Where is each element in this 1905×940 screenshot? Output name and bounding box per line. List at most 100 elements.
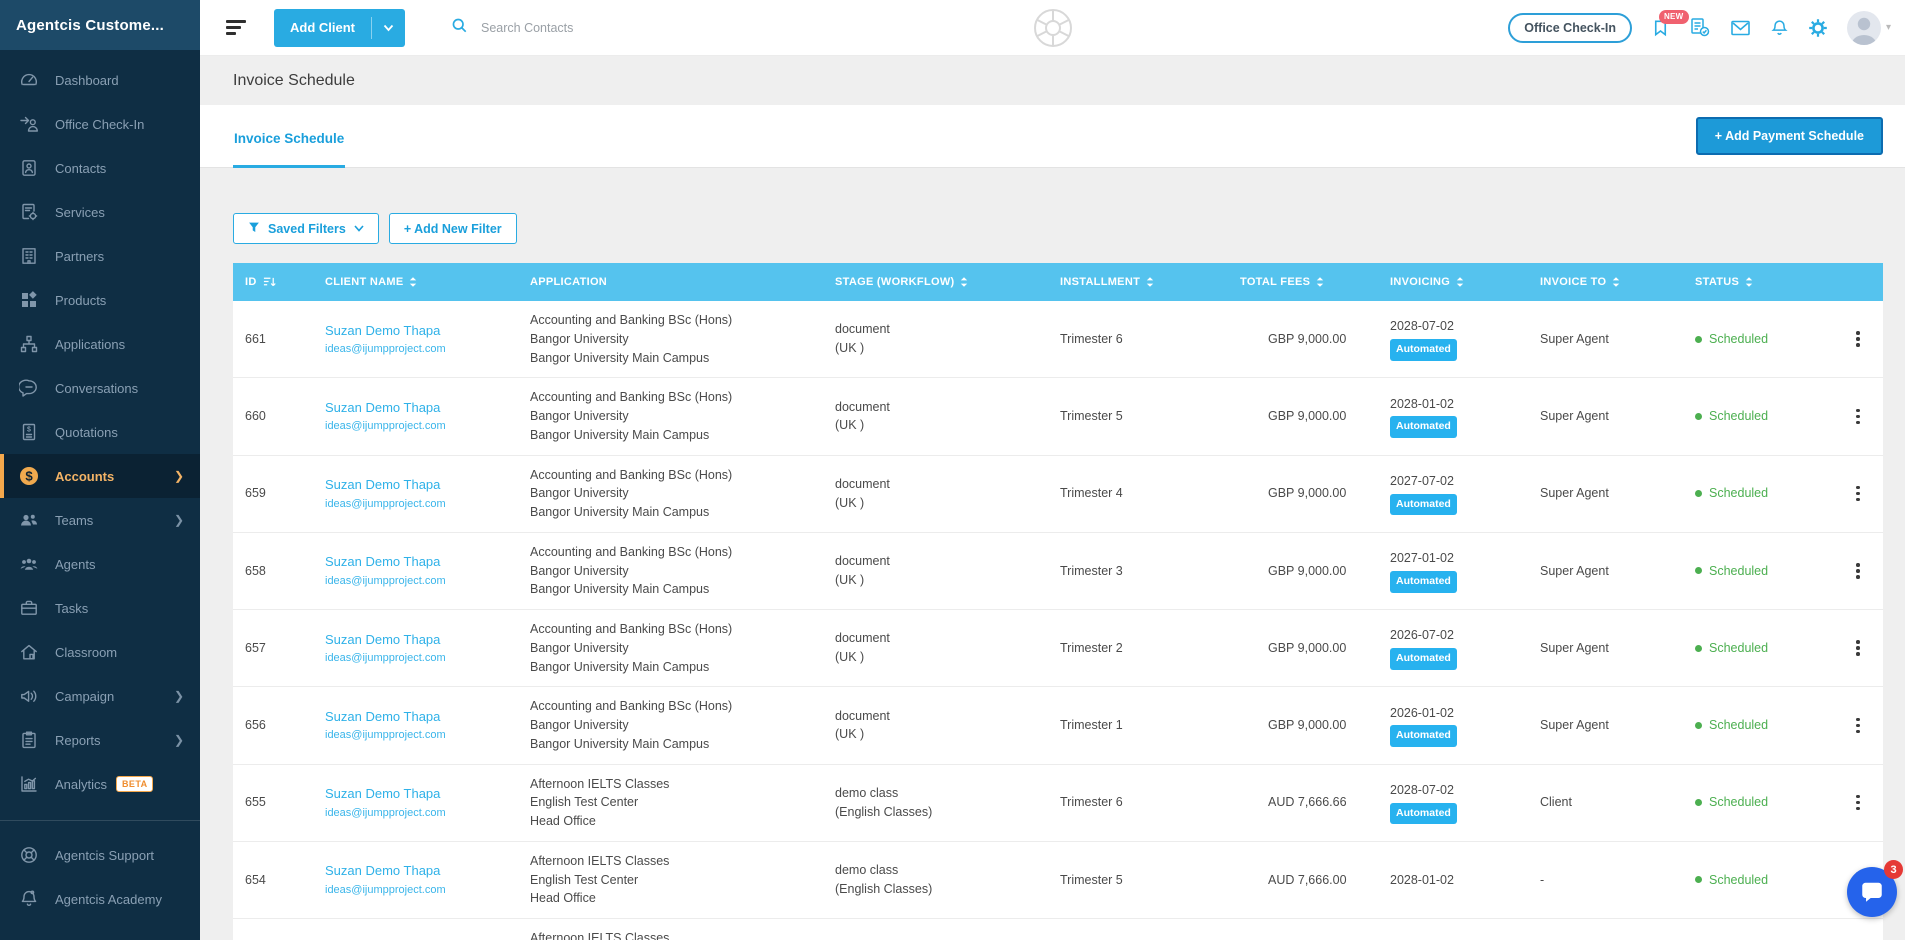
- column-header-client-name[interactable]: CLIENT NAME: [313, 276, 518, 288]
- client-email-link[interactable]: ideas@ijumpproject.com: [325, 650, 518, 667]
- client-email-link[interactable]: ideas@ijumpproject.com: [325, 805, 518, 822]
- services-icon: [18, 201, 40, 223]
- client-name-link[interactable]: Suzan Demo Thapa: [325, 552, 518, 572]
- svg-text:$: $: [25, 469, 33, 484]
- sidebar-item-label: Accounts: [55, 468, 115, 484]
- invoicing-date: 2028-01-02: [1390, 396, 1454, 411]
- sidebar-item-analytics[interactable]: Analytics BETA: [0, 762, 200, 806]
- sidebar-item-services[interactable]: Services: [0, 190, 200, 234]
- application-cell: Accounting and Banking BSc (Hons) Bangor…: [530, 699, 733, 751]
- client-name-link[interactable]: Suzan Demo Thapa: [325, 475, 518, 495]
- row-actions-kebab[interactable]: [1848, 634, 1868, 663]
- total-fees-cell: GBP 9,000.00: [1268, 486, 1347, 501]
- sidebar-item-products[interactable]: Products: [0, 278, 200, 322]
- sidebar-item-applications[interactable]: Applications: [0, 322, 200, 366]
- saved-filters-label: Saved Filters: [268, 221, 346, 236]
- office-checkin-button[interactable]: Office Check-In: [1508, 12, 1632, 43]
- row-actions-kebab[interactable]: [1848, 479, 1868, 508]
- search-input[interactable]: [481, 20, 781, 35]
- table-row: 653 Suzan Demo Thapa ideas@ijumpproject.…: [233, 919, 1883, 940]
- sidebar-item-agentcis-support[interactable]: Agentcis Support: [0, 833, 200, 877]
- teams-icon: [18, 509, 40, 531]
- mail-icon[interactable]: [1730, 19, 1751, 37]
- chevron-down-icon[interactable]: [372, 24, 405, 32]
- menu-toggle-icon[interactable]: [226, 17, 248, 39]
- invoicing-cell: 2028-01-02 Automated: [1378, 395, 1528, 439]
- settings-gear-icon[interactable]: [1808, 18, 1828, 38]
- row-actions-kebab[interactable]: [1848, 402, 1868, 431]
- client-name-link[interactable]: Suzan Demo Thapa: [325, 861, 518, 881]
- sidebar-item-campaign[interactable]: Campaign ❯: [0, 674, 200, 718]
- row-id: 657: [245, 640, 266, 655]
- client-cell: Suzan Demo Thapa ideas@ijumpproject.com: [313, 552, 518, 589]
- sidebar-item-teams[interactable]: Teams ❯: [0, 498, 200, 542]
- invoice-to-cell: Super Agent: [1540, 640, 1609, 655]
- notifications-bell-icon[interactable]: [1770, 18, 1789, 38]
- automated-badge: Automated: [1390, 493, 1457, 516]
- sidebar-item-partners[interactable]: Partners: [0, 234, 200, 278]
- add-payment-schedule-button[interactable]: + Add Payment Schedule: [1695, 117, 1883, 155]
- client-name-link[interactable]: Suzan Demo Thapa: [325, 321, 518, 341]
- column-header-application[interactable]: APPLICATION: [518, 276, 823, 288]
- add-client-button[interactable]: Add Client: [274, 8, 405, 47]
- client-name-link[interactable]: Suzan Demo Thapa: [325, 784, 518, 804]
- client-email-link[interactable]: ideas@ijumpproject.com: [325, 573, 518, 590]
- table-row: 661 Suzan Demo Thapa ideas@ijumpproject.…: [233, 301, 1883, 379]
- row-actions-kebab[interactable]: [1848, 711, 1868, 740]
- document-check-icon[interactable]: [1689, 17, 1711, 38]
- status-label: Scheduled: [1709, 563, 1769, 578]
- client-cell: Suzan Demo Thapa ideas@ijumpproject.com: [313, 398, 518, 435]
- column-header-stage-workflow-[interactable]: STAGE (WORKFLOW): [823, 276, 1048, 288]
- column-header-installment[interactable]: INSTALLMENT: [1048, 276, 1228, 288]
- column-header-id[interactable]: ID: [233, 276, 313, 288]
- client-name-link[interactable]: Suzan Demo Thapa: [325, 398, 518, 418]
- sidebar-item-tasks[interactable]: Tasks: [0, 586, 200, 630]
- client-email-link[interactable]: ideas@ijumpproject.com: [325, 727, 518, 744]
- automated-badge: Automated: [1390, 416, 1457, 439]
- invoice-to-cell: Super Agent: [1540, 563, 1609, 578]
- row-actions-kebab[interactable]: [1848, 325, 1868, 354]
- sidebar-item-classroom[interactable]: Classroom: [0, 630, 200, 674]
- sidebar-item-agentcis-academy[interactable]: Agentcis Academy: [0, 877, 200, 921]
- sort-icon: [410, 277, 417, 287]
- user-menu[interactable]: ▾: [1846, 10, 1891, 45]
- automated-badge: Automated: [1390, 339, 1457, 361]
- row-actions-kebab[interactable]: [1848, 557, 1868, 586]
- table-body: 661 Suzan Demo Thapa ideas@ijumpproject.…: [233, 301, 1883, 940]
- sidebar-item-accounts[interactable]: $ Accounts ❯: [0, 454, 200, 498]
- column-header-total-fees[interactable]: TOTAL FEES: [1228, 276, 1378, 288]
- invoicing-date: 2026-01-02: [1390, 705, 1454, 720]
- application-cell: Afternoon IELTS Classes English Test Cen…: [530, 931, 670, 940]
- sidebar-item-office-check-in[interactable]: Office Check-In: [0, 102, 200, 146]
- sidebar-item-conversations[interactable]: Conversations: [0, 366, 200, 410]
- client-email-link[interactable]: ideas@ijumpproject.com: [325, 882, 518, 899]
- whats-new-bookmark-icon[interactable]: NEW: [1651, 9, 1689, 38]
- sidebar-item-dashboard[interactable]: Dashboard: [0, 58, 200, 102]
- sidebar-item-quotations[interactable]: $ Quotations: [0, 410, 200, 454]
- sidebar-item-label: Contacts: [55, 160, 107, 176]
- chat-launcher-button[interactable]: 3: [1847, 860, 1903, 917]
- client-email-link[interactable]: ideas@ijumpproject.com: [325, 341, 518, 358]
- client-name-link[interactable]: Suzan Demo Thapa: [325, 630, 518, 650]
- client-cell: Suzan Demo Thapa ideas@ijumpproject.com: [313, 784, 518, 821]
- client-name-link[interactable]: Suzan Demo Thapa: [325, 707, 518, 727]
- application-cell: Accounting and Banking BSc (Hons) Bangor…: [530, 467, 733, 520]
- column-header-invoice-to[interactable]: INVOICE TO: [1528, 276, 1683, 288]
- client-email-link[interactable]: ideas@ijumpproject.com: [325, 496, 518, 513]
- client-email-link[interactable]: ideas@ijumpproject.com: [325, 418, 518, 435]
- sidebar-item-reports[interactable]: Reports ❯: [0, 718, 200, 762]
- global-search: [451, 17, 781, 39]
- support-icon: [18, 844, 40, 866]
- sidebar-item-agents[interactable]: Agents: [0, 542, 200, 586]
- column-header-invoicing[interactable]: INVOICING: [1378, 276, 1528, 288]
- row-actions-kebab[interactable]: [1848, 788, 1868, 817]
- saved-filters-button[interactable]: Saved Filters: [233, 213, 379, 244]
- chevron-down-icon: [354, 225, 364, 232]
- table-header-row: ID CLIENT NAME APPLICATION STAGE (WORKFLOW)…: [233, 263, 1883, 301]
- column-header-status[interactable]: STATUS: [1683, 276, 1833, 288]
- invoicing-cell: 2026-07-02 Automated: [1378, 626, 1528, 670]
- tab-invoice-schedule[interactable]: Invoice Schedule: [233, 131, 346, 168]
- agents-icon: [18, 553, 40, 575]
- add-new-filter-button[interactable]: + Add New Filter: [388, 213, 517, 244]
- sidebar-item-contacts[interactable]: Contacts: [0, 146, 200, 190]
